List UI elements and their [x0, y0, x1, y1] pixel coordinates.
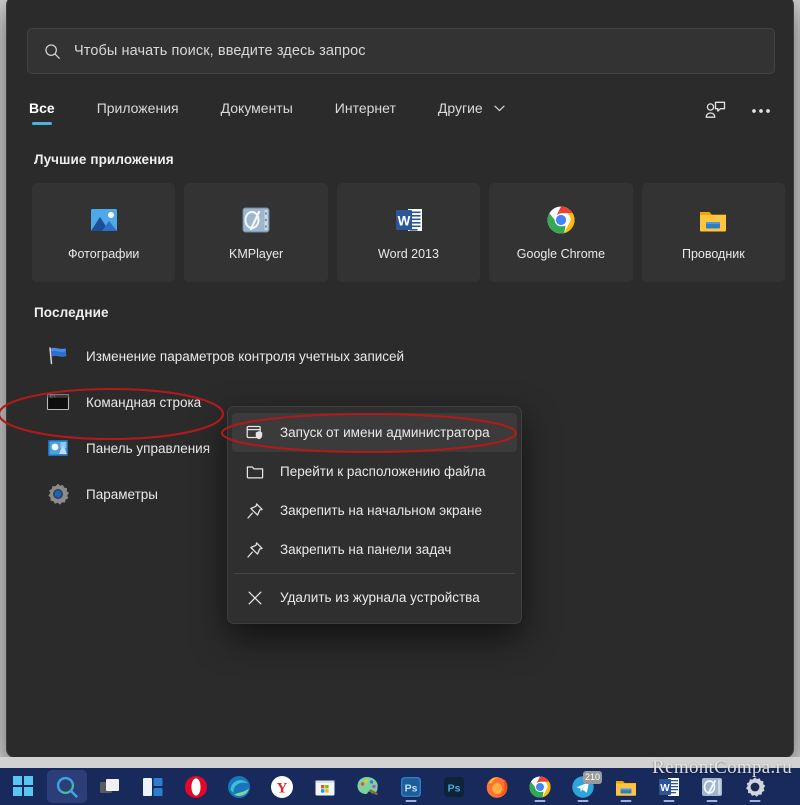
shield-admin-icon — [246, 424, 264, 442]
app-card-chrome[interactable]: Google Chrome — [489, 183, 632, 282]
pin-icon — [246, 502, 264, 520]
taskbar-start-button[interactable] — [4, 770, 44, 803]
photoshop-icon: Ps — [399, 775, 423, 799]
feedback-icon[interactable] — [699, 96, 731, 126]
folder-icon — [246, 463, 264, 481]
menu-item-label: Перейти к расположению файла — [280, 464, 486, 479]
chrome-icon — [528, 775, 552, 799]
search-input[interactable]: Чтобы начать поиск, введите здесь запрос — [27, 28, 775, 74]
kmplayer-icon — [240, 204, 272, 236]
store-icon — [313, 775, 337, 799]
taskbar-chrome[interactable] — [520, 770, 560, 803]
svg-text:Ps: Ps — [448, 782, 461, 794]
uac-shield-flag-icon — [46, 344, 70, 368]
recent-heading: Последние — [34, 305, 109, 320]
menu-item-label: Закрепить на панели задач — [280, 542, 451, 557]
list-item-uac[interactable]: Изменение параметров контроля учетных за… — [32, 333, 785, 379]
app-card-word[interactable]: W Word 2013 — [337, 183, 480, 282]
menu-item-remove-from-history[interactable]: Удалить из журнала устройства — [232, 578, 517, 617]
pin-icon — [246, 541, 264, 559]
list-item-label: Параметры — [86, 487, 158, 502]
tab-documents[interactable]: Документы — [219, 97, 295, 125]
tab-more[interactable]: Другие — [436, 97, 507, 125]
search-placeholder-text: Чтобы начать поиск, введите здесь запрос — [74, 43, 366, 59]
paint-icon — [356, 775, 380, 799]
taskbar-task-view[interactable] — [90, 770, 130, 803]
watermark: RemontCompa.ru — [652, 757, 792, 779]
menu-item-label: Запуск от имени администратора — [280, 425, 490, 440]
explorer-icon — [614, 775, 638, 799]
tab-apps[interactable]: Приложения — [95, 97, 181, 125]
app-card-photos[interactable]: Фотографии — [32, 183, 175, 282]
menu-item-run-as-admin[interactable]: Запуск от имени администратора — [232, 413, 517, 452]
app-card-label: Проводник — [682, 247, 745, 261]
app-card-label: Google Chrome — [517, 247, 605, 261]
svg-text:C:\: C:\ — [50, 394, 56, 398]
word-icon: W — [393, 204, 425, 236]
taskbar-explorer[interactable] — [606, 770, 646, 803]
settings-gear-icon — [46, 482, 70, 506]
task-view-icon — [98, 775, 122, 799]
taskbar-microsoft-store[interactable] — [305, 770, 345, 803]
taskbar-paint[interactable] — [348, 770, 388, 803]
edge-icon — [227, 775, 251, 799]
context-menu: Запуск от имени администратора Перейти к… — [227, 406, 522, 624]
svg-text:Ps: Ps — [405, 782, 418, 794]
menu-separator — [234, 573, 515, 574]
taskbar-search-button[interactable] — [47, 770, 87, 803]
best-apps-heading: Лучшие приложения — [34, 152, 174, 167]
menu-item-pin-to-taskbar[interactable]: Закрепить на панели задач — [232, 530, 517, 569]
app-card-label: Word 2013 — [378, 247, 439, 261]
menu-item-label: Удалить из журнала устройства — [280, 590, 480, 605]
photos-icon — [88, 204, 120, 236]
start-search-panel: Чтобы начать поиск, введите здесь запрос… — [6, 0, 794, 758]
screen: Чтобы начать поиск, введите здесь запрос… — [0, 0, 800, 805]
control-panel-icon — [46, 436, 70, 460]
list-item-label: Изменение параметров контроля учетных за… — [86, 349, 404, 364]
photoshop-dark-icon: Ps — [442, 775, 466, 799]
svg-text:Y: Y — [277, 780, 288, 796]
search-icon — [44, 43, 61, 60]
app-card-kmplayer[interactable]: KMPlayer — [184, 183, 327, 282]
taskbar-photoshop-2[interactable]: Ps — [434, 770, 474, 803]
app-card-label: Фотографии — [68, 247, 139, 261]
opera-icon — [184, 775, 208, 799]
close-x-icon — [246, 589, 264, 607]
list-item-label: Панель управления — [86, 441, 210, 456]
header-actions — [699, 93, 777, 129]
yandex-icon: Y — [270, 775, 294, 799]
taskbar-firefox[interactable] — [477, 770, 517, 803]
windows-logo-icon — [12, 775, 36, 799]
tab-all[interactable]: Все — [27, 97, 57, 125]
svg-text:W: W — [397, 213, 410, 228]
search-circle-icon — [55, 775, 79, 799]
taskbar-photoshop-1[interactable]: Ps — [391, 770, 431, 803]
tab-internet[interactable]: Интернет — [333, 97, 398, 125]
menu-item-label: Закрепить на начальном экране — [280, 503, 482, 518]
taskbar-edge[interactable] — [219, 770, 259, 803]
svg-text:W: W — [660, 783, 670, 794]
filter-tabs: Все Приложения Документы Интернет Другие — [27, 93, 775, 129]
menu-item-open-file-location[interactable]: Перейти к расположению файла — [232, 452, 517, 491]
firefox-icon — [485, 775, 509, 799]
explorer-icon — [697, 204, 729, 236]
widgets-icon — [141, 775, 165, 799]
list-item-label: Командная строка — [86, 395, 201, 410]
more-options-icon[interactable] — [745, 96, 777, 126]
taskbar-widgets[interactable] — [133, 770, 173, 803]
best-apps-grid: Фотографии KMPlayer — [32, 183, 785, 282]
command-prompt-icon: C:\ — [46, 390, 70, 414]
chrome-icon — [545, 204, 577, 236]
taskbar-telegram[interactable]: 210 — [563, 770, 603, 803]
taskbar-badge-count: 210 — [583, 771, 602, 784]
app-card-explorer[interactable]: Проводник — [642, 183, 785, 282]
menu-item-pin-to-start[interactable]: Закрепить на начальном экране — [232, 491, 517, 530]
taskbar-opera[interactable] — [176, 770, 216, 803]
app-card-label: KMPlayer — [229, 247, 283, 261]
chevron-down-icon — [494, 105, 505, 112]
taskbar-yandex[interactable]: Y — [262, 770, 302, 803]
